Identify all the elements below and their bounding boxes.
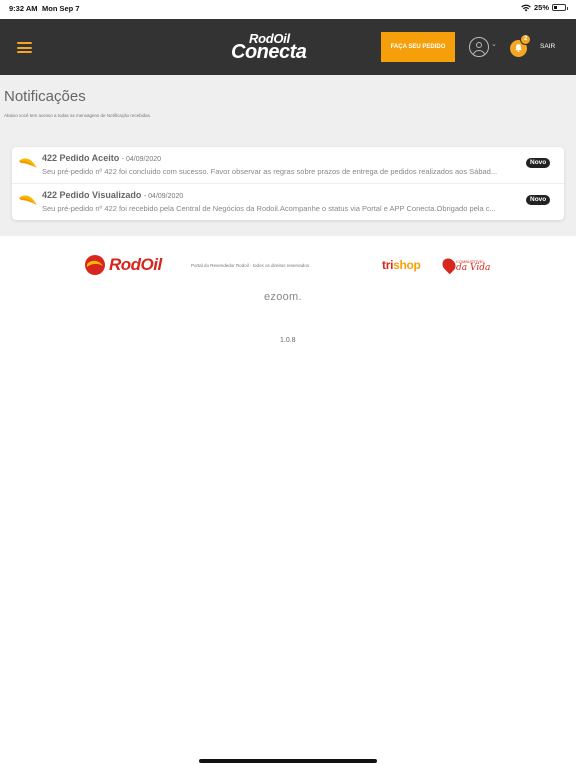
battery-icon <box>552 4 568 11</box>
footer: RodOil Portal do Revendedor Rodoil - tod… <box>0 236 576 356</box>
notification-title-text: 422 Pedido Aceito <box>42 153 120 163</box>
logo-line2: Conecta <box>231 41 307 63</box>
home-indicator[interactable] <box>199 759 377 763</box>
rodoil-footer-logo: RodOil <box>84 254 162 276</box>
notification-count-badge: 2 <box>520 34 531 45</box>
app-header: RodOil Conecta FAÇA SEU PEDIDO ⌄ 2 SAIR <box>0 19 576 75</box>
combustivel-big-text: da Vida <box>456 263 491 273</box>
wifi-icon <box>521 4 531 11</box>
rodoil-swoosh-icon <box>19 158 37 168</box>
notification-body: Seu pré-pedido nº 422 foi recebido pela … <box>42 204 496 213</box>
app-version: 1.0.8 <box>280 337 296 344</box>
notification-title: 422 Pedido Visualizado - 04/09/2020 <box>42 190 183 200</box>
notifications-bell-button[interactable]: 2 <box>510 34 531 57</box>
status-date: Mon Sep 7 <box>42 4 80 13</box>
page-title: Notificações <box>4 88 86 105</box>
notification-body: Seu pré-pedido nº 422 foi concluido com … <box>42 167 498 176</box>
status-time: 9:32 AM <box>9 4 38 13</box>
notifications-section: Notificações Abaixo você tem acesso a to… <box>0 75 576 236</box>
page-subtitle: Abaixo você tem acesso a todas as mensag… <box>4 113 152 118</box>
notification-date: - 04/09/2020 <box>121 156 162 163</box>
bell-icon <box>515 44 522 53</box>
status-right: 25% <box>521 3 568 12</box>
new-badge: Novo <box>526 158 551 168</box>
rodoil-swoosh-icon <box>19 195 37 205</box>
ezoom-logo[interactable]: ezoom. <box>264 291 302 303</box>
chevron-down-icon[interactable]: ⌄ <box>491 41 497 48</box>
place-order-button[interactable]: FAÇA SEU PEDIDO <box>381 32 455 62</box>
list-item[interactable]: 422 Pedido Visualizado - 04/09/2020 Seu … <box>12 183 564 219</box>
logout-link[interactable]: SAIR <box>540 43 555 50</box>
trishop-logo: trishop <box>382 258 421 272</box>
trishop-shop: shop <box>393 258 421 272</box>
rodoil-conecta-logo[interactable]: RodOil Conecta <box>229 29 325 65</box>
rodoil-wordmark: RodOil <box>109 255 162 274</box>
new-badge: Novo <box>526 195 551 205</box>
notification-date: - 04/09/2020 <box>143 193 184 200</box>
user-avatar-icon[interactable] <box>469 37 489 57</box>
menu-icon[interactable] <box>17 42 32 53</box>
combustivel-da-vida-logo: COMBUSTÍVEL da Vida <box>439 255 491 275</box>
battery-percent: 25% <box>533 3 549 12</box>
trishop-tri: tri <box>382 258 394 272</box>
footer-copyright: Portal do Revendedor Rodoil - todos os d… <box>191 263 310 268</box>
notification-title: 422 Pedido Aceito - 04/09/2020 <box>42 153 161 163</box>
list-item[interactable]: 422 Pedido Aceito - 04/09/2020 Seu pré-p… <box>12 147 564 183</box>
rodoil-emblem-icon <box>85 255 105 275</box>
notification-title-text: 422 Pedido Visualizado <box>42 190 142 200</box>
notifications-list: 422 Pedido Aceito - 04/09/2020 Seu pré-p… <box>12 147 564 220</box>
status-bar: 9:32 AM Mon Sep 7 25% <box>0 0 576 19</box>
